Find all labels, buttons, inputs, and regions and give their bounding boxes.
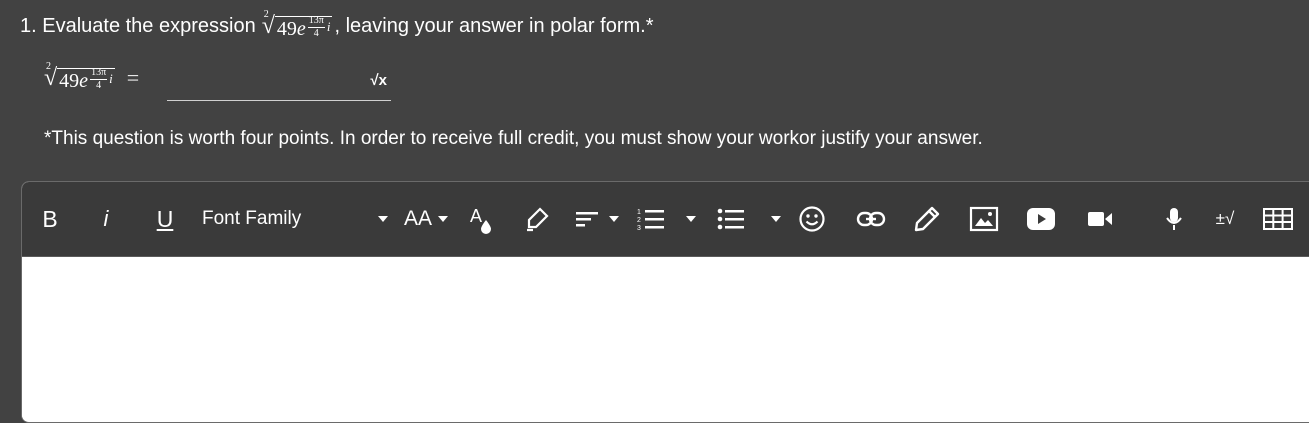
exponent-fraction: 13π 4 <box>307 14 325 39</box>
font-family-select[interactable]: Font Family <box>202 182 332 256</box>
svg-text:2: 2 <box>637 217 641 224</box>
text-color-icon[interactable]: A <box>466 182 496 256</box>
radical-index: 2 <box>263 8 269 20</box>
draw-pencil-icon[interactable] <box>910 182 944 256</box>
svg-text:3: 3 <box>637 225 641 232</box>
video-camera-icon[interactable] <box>1084 182 1116 256</box>
bullet-list-dropdown[interactable] <box>769 182 783 256</box>
e-symbol: e <box>79 69 89 92</box>
table-icon[interactable] <box>1260 182 1296 256</box>
exponent-denominator: 4 <box>96 79 102 91</box>
equals-sign: = <box>126 65 140 90</box>
bold-button[interactable]: B <box>36 182 64 256</box>
math-input-button[interactable]: √x <box>370 72 387 89</box>
align-icon[interactable] <box>572 182 604 256</box>
math-equation-button[interactable]: ±√ <box>1208 182 1242 256</box>
italic-button[interactable]: i <box>94 182 118 256</box>
exponent: 13π 4 i <box>88 66 113 91</box>
link-icon[interactable] <box>854 182 888 256</box>
chevron-down-icon <box>438 216 448 222</box>
question-text: 1. Evaluate the expression 2 √ 49 e 13π … <box>20 6 654 46</box>
editor-content-area[interactable] <box>22 257 1309 421</box>
svg-text:A: A <box>470 206 482 226</box>
font-size-button[interactable]: AA <box>400 182 436 256</box>
video-play-icon[interactable] <box>1024 182 1058 256</box>
highlighter-icon[interactable] <box>522 182 552 256</box>
rich-text-editor: B i U Font Family AA A 123 ±√ <box>21 181 1309 423</box>
base-number: 49 <box>59 69 80 92</box>
chevron-down-icon <box>609 216 619 222</box>
points-note: *This question is worth four points. In … <box>44 128 983 149</box>
answer-row: 2 √ 49 e 13π 4 i = <box>44 56 139 100</box>
chevron-down-icon <box>378 216 388 222</box>
microphone-icon[interactable] <box>1162 182 1186 256</box>
question-prefix: 1. Evaluate the expression <box>20 14 256 37</box>
imaginary-unit: i <box>109 70 113 86</box>
font-size-dropdown[interactable] <box>436 182 450 256</box>
imaginary-unit: i <box>326 18 331 34</box>
chevron-down-icon <box>771 216 781 222</box>
answer-radical: 2 √ 49 e 13π 4 i <box>44 60 115 93</box>
base-number: 49 <box>276 17 297 40</box>
exponent-numerator: 13π <box>307 14 325 28</box>
emoji-icon[interactable] <box>796 182 828 256</box>
chevron-down-icon <box>686 216 696 222</box>
svg-text:1: 1 <box>637 209 641 216</box>
align-dropdown[interactable] <box>607 182 621 256</box>
e-symbol: e <box>296 17 306 40</box>
numbered-list-dropdown[interactable] <box>684 182 698 256</box>
radical-index: 2 <box>46 60 51 72</box>
answer-input[interactable]: √x <box>167 64 391 101</box>
underline-button[interactable]: U <box>150 182 180 256</box>
exponent-numerator: 13π <box>90 66 108 80</box>
editor-toolbar: B i U Font Family AA A 123 ±√ <box>22 182 1309 257</box>
radicand: 49 e 13π 4 i <box>274 14 333 41</box>
radical-expression: 2 √ 49 e 13π 4 i <box>262 8 333 41</box>
font-family-dropdown[interactable] <box>376 182 390 256</box>
exponent: 13π 4 i <box>306 14 331 39</box>
bullet-list-icon[interactable] <box>714 182 748 256</box>
image-icon[interactable] <box>968 182 1000 256</box>
exponent-denominator: 4 <box>313 27 319 39</box>
numbered-list-icon[interactable]: 123 <box>634 182 668 256</box>
radicand: 49 e 13π 4 i <box>57 66 115 93</box>
question-suffix: , leaving your answer in polar form.* <box>334 14 654 37</box>
exponent-fraction: 13π 4 <box>90 66 108 91</box>
